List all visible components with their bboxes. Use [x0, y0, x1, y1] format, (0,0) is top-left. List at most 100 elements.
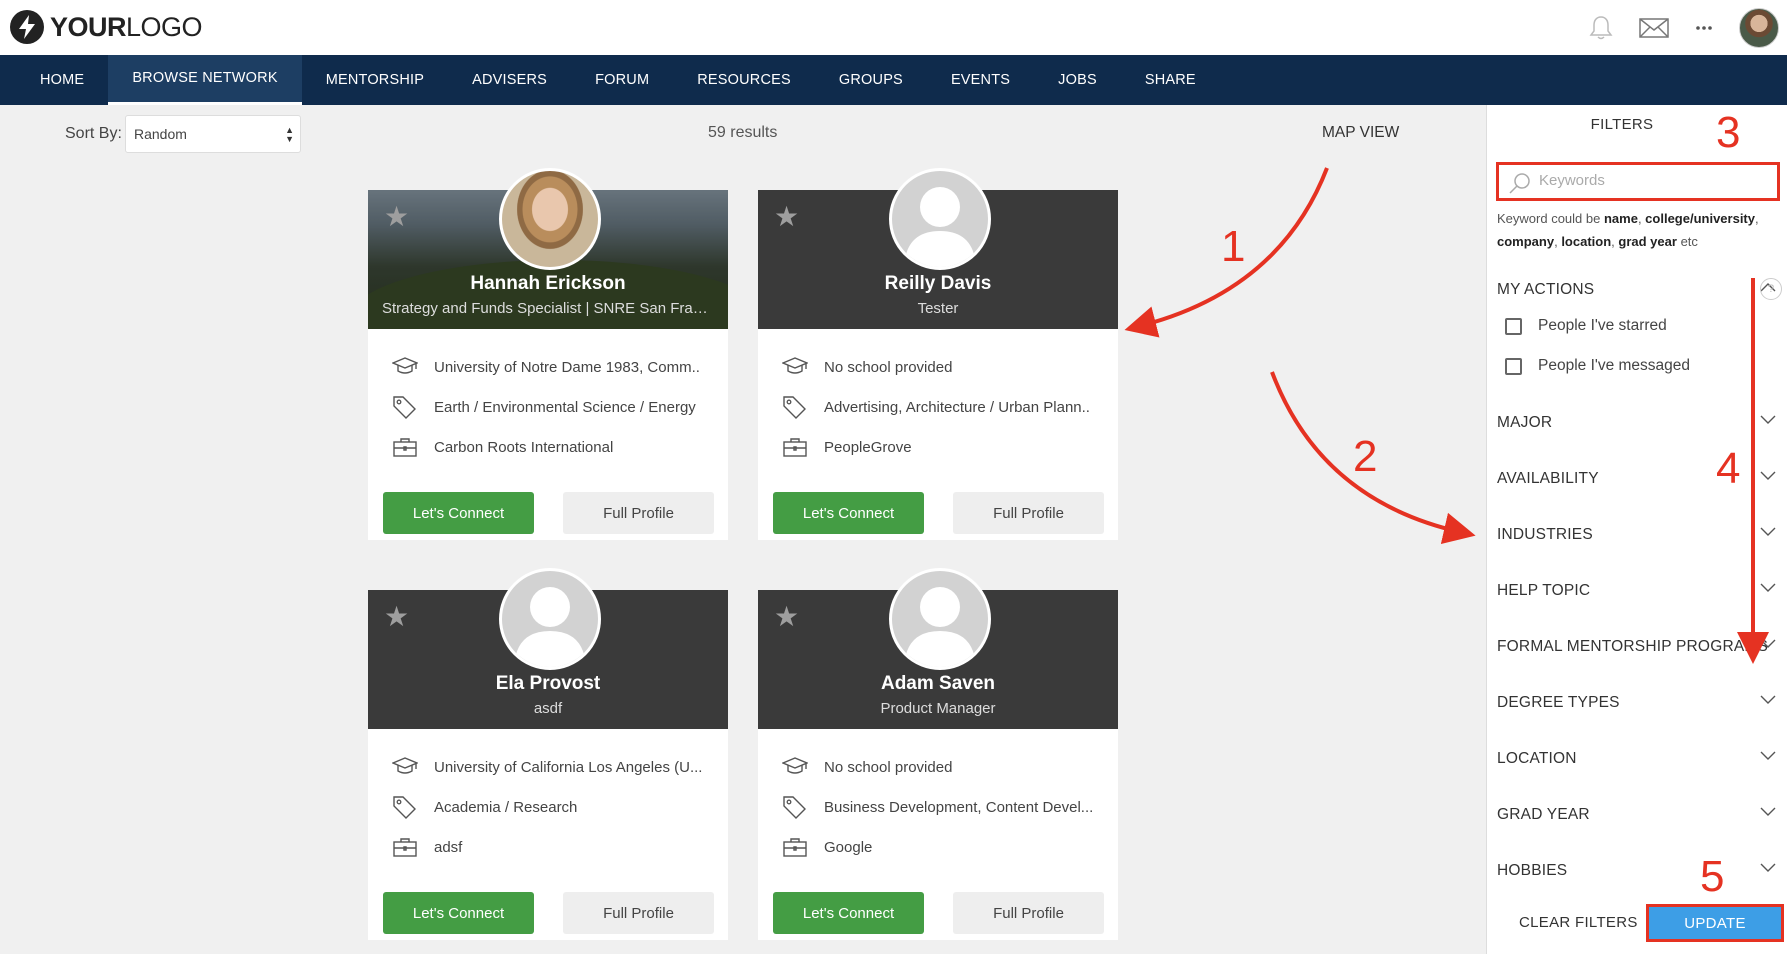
card-role: Product Manager — [880, 700, 996, 717]
nav-advisers[interactable]: ADVISERS — [448, 55, 571, 105]
company-row: Carbon Roots International — [392, 435, 712, 459]
nav-jobs[interactable]: JOBS — [1034, 55, 1121, 105]
filters-panel: FILTERS Keyword could be name, college/u… — [1486, 105, 1787, 954]
profile-card: ★ Ela Provost asdf University of Califor… — [368, 568, 728, 940]
nav-mentorship[interactable]: MENTORSHIP — [302, 55, 448, 105]
tag-icon — [392, 795, 418, 819]
interests-row: Business Development, Content Devel... — [782, 795, 1102, 819]
avatar — [499, 568, 601, 670]
nav-browse-network[interactable]: BROWSE NETWORK — [108, 55, 302, 105]
star-icon[interactable]: ★ — [774, 600, 799, 633]
map-view-link[interactable]: MAP VIEW — [1322, 124, 1399, 142]
chevron-down-icon — [1760, 639, 1776, 648]
filter-degree-types[interactable]: DEGREE TYPES — [1497, 694, 1782, 716]
annotation-2: 2 — [1353, 432, 1378, 481]
company-row: adsf — [392, 835, 712, 859]
interests-row: Earth / Environmental Science / Energy — [392, 395, 712, 419]
nav-home[interactable]: HOME — [0, 55, 108, 105]
full-profile-button[interactable]: Full Profile — [563, 492, 714, 534]
company-row: PeopleGrove — [782, 435, 1102, 459]
annotation-5: 5 — [1700, 852, 1725, 901]
avatar — [889, 168, 991, 270]
school-text: No school provided — [824, 758, 953, 776]
my-actions-header[interactable]: MY ACTIONS — [1497, 281, 1782, 303]
star-icon[interactable]: ★ — [384, 600, 409, 633]
card-role: Tester — [917, 300, 959, 317]
interests-text: Business Development, Content Devel... — [824, 798, 1094, 816]
nav-groups[interactable]: GROUPS — [815, 55, 927, 105]
filter-industries[interactable]: INDUSTRIES — [1497, 526, 1782, 548]
connect-button[interactable]: Let's Connect — [773, 892, 924, 934]
company-text: Google — [824, 838, 873, 856]
filter-hobbies[interactable]: HOBBIES — [1497, 862, 1782, 884]
keywords-input[interactable] — [1537, 171, 1771, 190]
briefcase-icon — [782, 835, 808, 859]
star-icon[interactable]: ★ — [384, 200, 409, 233]
filter-label: HOBBIES — [1497, 862, 1568, 879]
keywords-field[interactable] — [1496, 162, 1780, 201]
lightning-icon — [10, 10, 44, 44]
tag-icon — [392, 395, 418, 419]
sort-label: Sort By: — [65, 125, 122, 142]
filter-label: MAJOR — [1497, 414, 1553, 431]
full-profile-button[interactable]: Full Profile — [953, 892, 1104, 934]
user-avatar[interactable] — [1739, 7, 1779, 48]
connect-button[interactable]: Let's Connect — [383, 492, 534, 534]
chevron-down-icon — [1760, 583, 1776, 592]
school-text: No school provided — [824, 358, 953, 376]
mail-icon[interactable] — [1639, 17, 1669, 38]
tag-icon — [782, 795, 808, 819]
school-text: University of Notre Dame 1983, Comm.. — [434, 358, 700, 376]
filter-major[interactable]: MAJOR — [1497, 414, 1782, 436]
my-actions-label: MY ACTIONS — [1497, 281, 1595, 298]
annotation-1: 1 — [1221, 222, 1246, 271]
filter-help-topic[interactable]: HELP TOPIC — [1497, 582, 1782, 604]
chevron-down-icon — [1760, 807, 1776, 816]
chevron-down-icon — [1760, 695, 1776, 704]
search-icon — [1509, 173, 1530, 194]
nav-share[interactable]: SHARE — [1121, 55, 1220, 105]
interests-row: Advertising, Architecture / Urban Plann.… — [782, 395, 1102, 419]
company-text: Carbon Roots International — [434, 438, 614, 456]
filter-label: DEGREE TYPES — [1497, 694, 1620, 711]
graduation-cap-icon — [392, 755, 418, 779]
more-icon[interactable] — [1695, 25, 1713, 31]
logo-text: YOURLOGO — [50, 11, 203, 42]
briefcase-icon — [392, 835, 418, 859]
star-icon[interactable]: ★ — [774, 200, 799, 233]
school-row: University of California Los Angeles (U.… — [392, 755, 712, 779]
bell-icon[interactable] — [1589, 15, 1613, 41]
company-text: adsf — [434, 838, 463, 856]
school-text: University of California Los Angeles (U.… — [434, 758, 703, 776]
sort-select[interactable]: Random ▲ ▼ — [125, 115, 301, 153]
starred-checkbox[interactable]: People I've starred — [1505, 315, 1765, 337]
filter-location[interactable]: LOCATION — [1497, 750, 1782, 772]
select-arrows-icon: ▲ ▼ — [285, 125, 294, 144]
nav-forum[interactable]: FORUM — [571, 55, 673, 105]
company-text: PeopleGrove — [824, 438, 912, 456]
messaged-checkbox[interactable]: People I've messaged — [1505, 355, 1765, 377]
checkbox[interactable] — [1505, 317, 1522, 335]
profile-card: ★ Reilly Davis Tester No school provided… — [758, 168, 1118, 540]
sort-value: Random — [134, 126, 187, 142]
connect-button[interactable]: Let's Connect — [383, 892, 534, 934]
chevron-down-icon — [1760, 471, 1776, 480]
nav-events[interactable]: EVENTS — [927, 55, 1034, 105]
filter-formal-mentorship[interactable]: FORMAL MENTORSHIP PROGRAMS — [1497, 638, 1782, 660]
filter-label: INDUSTRIES — [1497, 526, 1593, 543]
logo[interactable]: YOURLOGO — [10, 10, 203, 44]
full-profile-button[interactable]: Full Profile — [563, 892, 714, 934]
school-row: No school provided — [782, 355, 1102, 379]
help-icon[interactable]: ? — [1760, 278, 1782, 300]
filter-grad-year[interactable]: GRAD YEAR — [1497, 806, 1782, 828]
full-profile-button[interactable]: Full Profile — [953, 492, 1104, 534]
school-row: University of Notre Dame 1983, Comm.. — [392, 355, 712, 379]
connect-button[interactable]: Let's Connect — [773, 492, 924, 534]
update-button[interactable]: UPDATE — [1646, 904, 1784, 942]
chevron-down-icon — [1760, 415, 1776, 424]
nav-resources[interactable]: RESOURCES — [673, 55, 815, 105]
school-row: No school provided — [782, 755, 1102, 779]
filter-label: FORMAL MENTORSHIP PROGRAMS — [1497, 638, 1769, 655]
checkbox[interactable] — [1505, 357, 1522, 375]
clear-filters-button[interactable]: CLEAR FILTERS — [1519, 914, 1638, 931]
